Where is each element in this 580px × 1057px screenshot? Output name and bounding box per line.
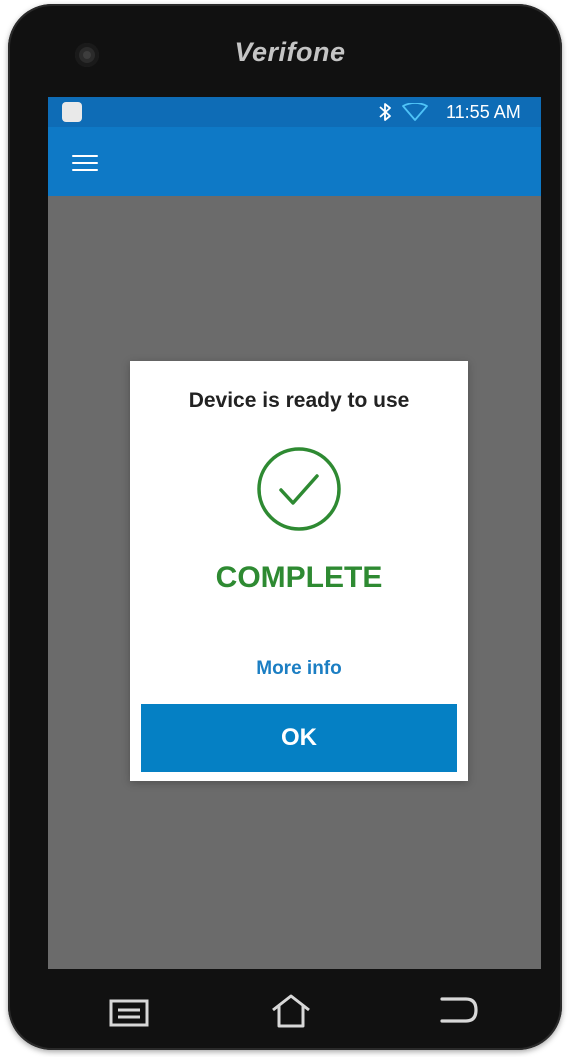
ready-dialog: Device is ready to use COMPLETE More inf… [130,361,468,781]
screen: 11:55 AM Device is ready to use COMPLETE… [48,97,541,969]
back-icon[interactable] [436,993,480,1027]
nav-bar [8,979,562,1049]
status-bar: 11:55 AM [48,97,541,127]
bluetooth-icon [379,103,391,121]
more-info-link[interactable]: More info [130,658,468,680]
status-time: 11:55 AM [446,102,521,122]
notification-square-icon [62,102,82,122]
brand-logo: Verifone [234,37,346,67]
dialog-title: Device is ready to use [188,389,410,412]
status-complete-text: COMPLETE [215,561,383,594]
device-frame: Verifone 11:55 AM Device is ready to use… [8,4,562,1050]
hamburger-menu-icon[interactable] [72,155,98,175]
check-circle-icon [257,447,341,531]
app-bar [48,127,541,196]
ok-button[interactable]: OK [141,704,457,772]
home-icon[interactable] [270,993,312,1029]
recent-apps-icon[interactable] [108,998,150,1028]
wifi-icon [402,103,428,121]
